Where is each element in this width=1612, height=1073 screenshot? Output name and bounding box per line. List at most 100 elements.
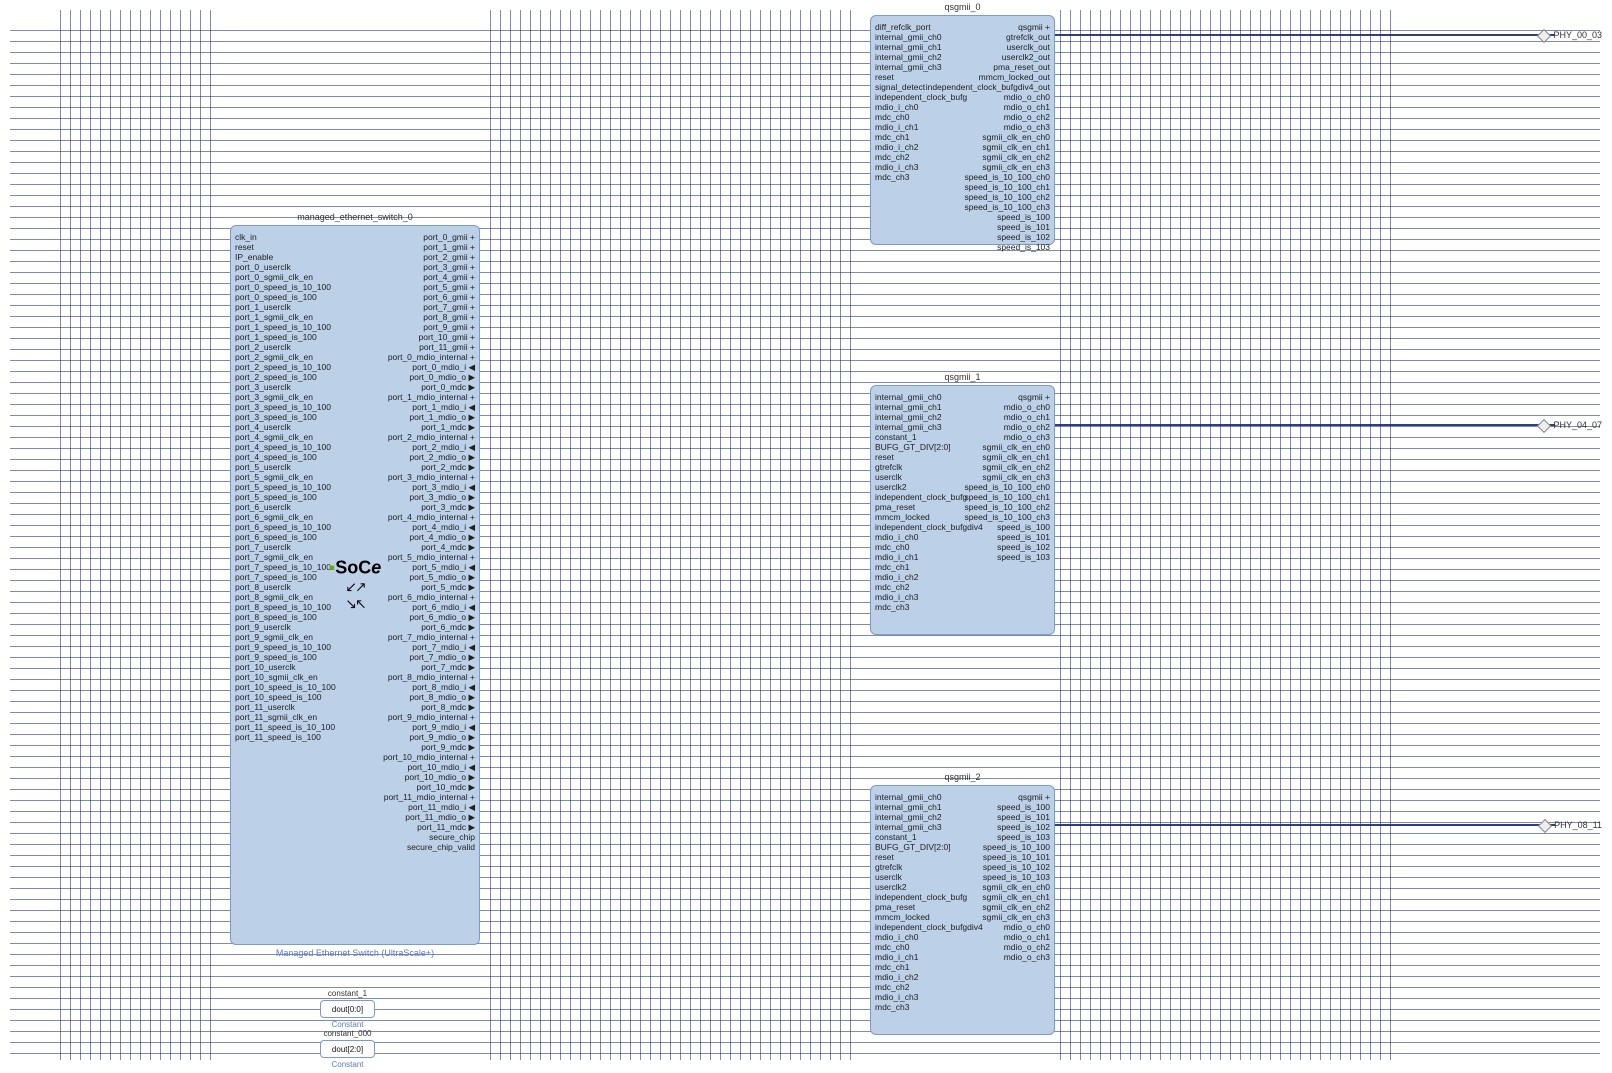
qsgmii_0-right-port: sgmii_clk_en_ch2 [982,152,1050,162]
qsgmii_2-left-port: mdc_ch2 [875,982,910,992]
net-bus [1055,424,1555,426]
qsgmii_2-left-port: internal_gmii_ch0 [875,792,942,802]
net-line [10,41,1600,42]
qsgmii_0-right-port: userclk2_out [1002,52,1050,62]
qsgmii_2-right-port: mdio_o_ch1 [1004,932,1050,942]
switch-right-port: port_11_mdc ▶ [417,822,475,832]
qsgmii_1-left-port: gtrefclk [875,462,902,472]
qsgmii_2-right-port: speed_is_103 [997,832,1050,842]
net-line [90,10,91,1060]
net-line [800,10,801,1060]
switch-right-port: port_9_mdio_o ▶ [409,732,475,742]
net-line [750,10,751,1060]
qsgmii_0-right-port: qsgmii + [1018,22,1050,32]
qsgmii_1-right-port: mdio_o_ch0 [1004,402,1050,412]
net-line [1140,10,1141,1060]
net-line [10,129,1600,130]
net-line [10,206,1600,207]
qsgmii_2-right-port: mdio_o_ch2 [1004,942,1050,952]
switch-subtitle: Managed Ethernet Switch (UltraScale+) [231,948,479,958]
switch-left-port: port_6_speed_is_100 [235,532,317,542]
net-line [1090,10,1091,1060]
net-line [580,10,581,1060]
net-line [190,10,191,1060]
qsgmii_0-left-port: internal_gmii_ch0 [875,32,942,42]
qsgmii_2-right-port: sgmii_clk_en_ch0 [982,882,1050,892]
switch-left-port: port_8_speed_is_10_100 [235,602,331,612]
switch-right-port: port_4_mdio_o ▶ [409,532,475,542]
switch-left-port: IP_enable [235,252,273,262]
switch-right-port: port_0_mdio_internal + [388,352,475,362]
qsgmii_1-right-port: speed_is_10_100_ch0 [964,482,1050,492]
net-line [100,10,101,1060]
qsgmii_0-right-port: speed_is_10_100_ch2 [964,192,1050,202]
switch-right-port: port_3_mdc ▶ [421,502,475,512]
net-line [840,10,841,1060]
qsgmii_1-right-port: sgmii_clk_en_ch1 [982,452,1050,462]
net-line [830,10,831,1060]
switch-right-port: port_8_gmii + [423,312,475,322]
constant-subtype: Constant [321,1020,374,1029]
qsgmii_0-left-port: diff_refclk_port [875,22,931,32]
qsgmii_2-right-port: speed_is_10_100 [983,842,1050,852]
switch-left-port: port_11_speed_is_10_100 [235,722,335,732]
net-line [10,173,1600,174]
qsgmii_0-left-port: mdc_ch0 [875,112,910,122]
switch-left-port: port_5_speed_is_100 [235,492,317,502]
net-line [640,10,641,1060]
net-line [1080,10,1081,1060]
switch-right-port: port_4_mdio_i ◀ [412,522,475,532]
switch-right-port: port_8_mdc ▶ [421,702,475,712]
net-line [10,63,1600,64]
qsgmii_1-left-port: mmcm_locked [875,512,930,522]
qsgmii_2-left-port: mdc_ch1 [875,962,910,972]
switch-left-port: port_1_sgmii_clk_en [235,312,313,322]
net-line [180,10,181,1060]
net-line [1300,10,1301,1060]
net-line [140,10,141,1060]
switch-left-port: port_4_userclk [235,422,291,432]
net-line [210,10,211,1060]
net-line [1290,10,1291,1060]
switch-left-port: port_6_userclk [235,502,291,512]
switch-right-port: port_11_mdio_i ◀ [408,802,475,812]
qsgmii_0-right-port: pma_reset_out [993,62,1050,72]
switch-left-port: port_0_sgmii_clk_en [235,272,313,282]
switch-left-port: port_1_speed_is_100 [235,332,317,342]
switch-left-port: port_5_speed_is_10_100 [235,482,331,492]
switch-left-port: port_4_speed_is_100 [235,452,317,462]
net-line [10,184,1600,185]
qsgmii_2-right-port: sgmii_clk_en_ch2 [982,902,1050,912]
qsgmii_0-right-port: mdio_o_ch3 [1004,122,1050,132]
switch-right-port: port_9_mdio_i ◀ [412,722,475,732]
switch-right-port: port_7_mdio_o ▶ [409,652,475,662]
net-line [530,10,531,1060]
qsgmii_1-left-port: mdio_i_ch3 [875,592,918,602]
qsgmii_0-left-port: mdc_ch2 [875,152,910,162]
constant-title: constant_000 [321,1029,374,1038]
switch-left-port: port_2_speed_is_10_100 [235,362,331,372]
net-line [590,10,591,1060]
qsgmii_1-right-port: qsgmii + [1018,392,1050,402]
net-line [790,10,791,1060]
switch-right-port: port_6_mdc ▶ [421,622,475,632]
constant-port: dout[0:0] [321,1001,374,1019]
qsgmii_2-right-port: speed_is_10_102 [983,862,1050,872]
net-line [1370,10,1371,1060]
switch-right-port: port_1_mdio_o ▶ [409,412,475,422]
qsgmii_2-right-port: mdio_o_ch3 [1004,952,1050,962]
qsgmii_2-left-port: mdc_ch3 [875,1002,910,1012]
qsgmii_0-left-port: mdio_i_ch1 [875,122,918,132]
constant-subtype: Constant [321,1060,374,1069]
net-line [780,10,781,1060]
net-line [1340,10,1341,1060]
net-line [550,10,551,1060]
qsgmii_2-right-port: sgmii_clk_en_ch1 [982,892,1050,902]
constant-title: constant_1 [321,989,374,998]
switch-left-port: port_11_sgmii_clk_en [235,712,317,722]
switch-left-port: port_9_sgmii_clk_en [235,632,313,642]
net-line [1220,10,1221,1060]
qsgmii_0-right-port: mdio_o_ch0 [1004,92,1050,102]
net-line [540,10,541,1060]
switch-right-port: port_2_mdio_i ◀ [412,442,475,452]
